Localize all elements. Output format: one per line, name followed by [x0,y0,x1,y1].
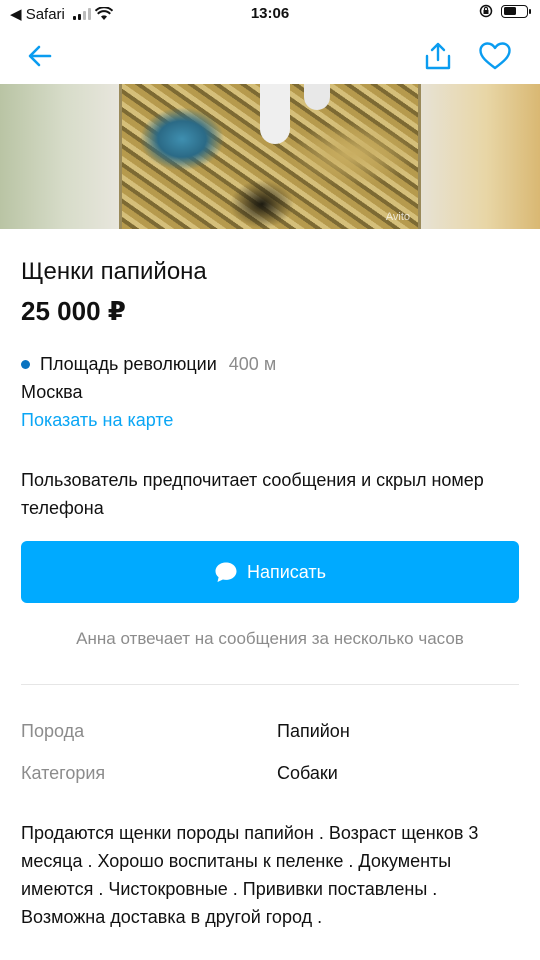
back-button[interactable] [20,36,60,76]
show-on-map-link[interactable]: Показать на карте [21,407,521,433]
param-value: Папийон [277,721,350,741]
arrow-left-icon [28,45,52,67]
orientation-lock-icon [479,4,493,18]
seller-reply-note: Анна отвечает на сообщения за несколько … [76,629,464,648]
contact-notice: Пользователь предпочитает сообщения и ск… [21,470,484,518]
listing-description: Продаются щенки породы папийон . Возраст… [21,823,479,927]
status-bar: ◀ Safari 13:06 [0,0,540,28]
share-button[interactable] [418,36,458,76]
message-bubble-icon [215,562,237,582]
metro-info: Площадь революции 400 м [21,351,521,377]
photo-gallery[interactable]: Avito [0,84,540,229]
divider [21,684,519,685]
status-time: 13:06 [250,5,290,22]
metro-distance: 400 м [228,354,277,374]
puppy-paw-image [260,84,290,144]
photo-watermark: Avito [385,211,410,223]
listing-title: Щенки папийона [21,258,207,285]
heart-icon [479,42,511,70]
param-value: Собаки [277,763,338,783]
listing-photo[interactable]: Avito [122,84,418,229]
status-right [479,4,531,18]
listing-price: 25 000 ₽ [21,296,126,326]
metro-line-dot-icon [21,359,30,369]
nav-bar [0,28,540,84]
write-message-button[interactable]: Написать [21,541,519,603]
param-name: Категория [21,763,106,783]
param-name: Порода [21,721,85,741]
share-icon [425,42,451,70]
metro-station: Площадь революции [40,354,217,374]
puppy-paw-image [304,84,330,110]
favorite-button[interactable] [475,36,515,76]
battery-icon [501,4,531,18]
write-message-label: Написать [246,561,327,582]
city: Москва [21,382,83,402]
